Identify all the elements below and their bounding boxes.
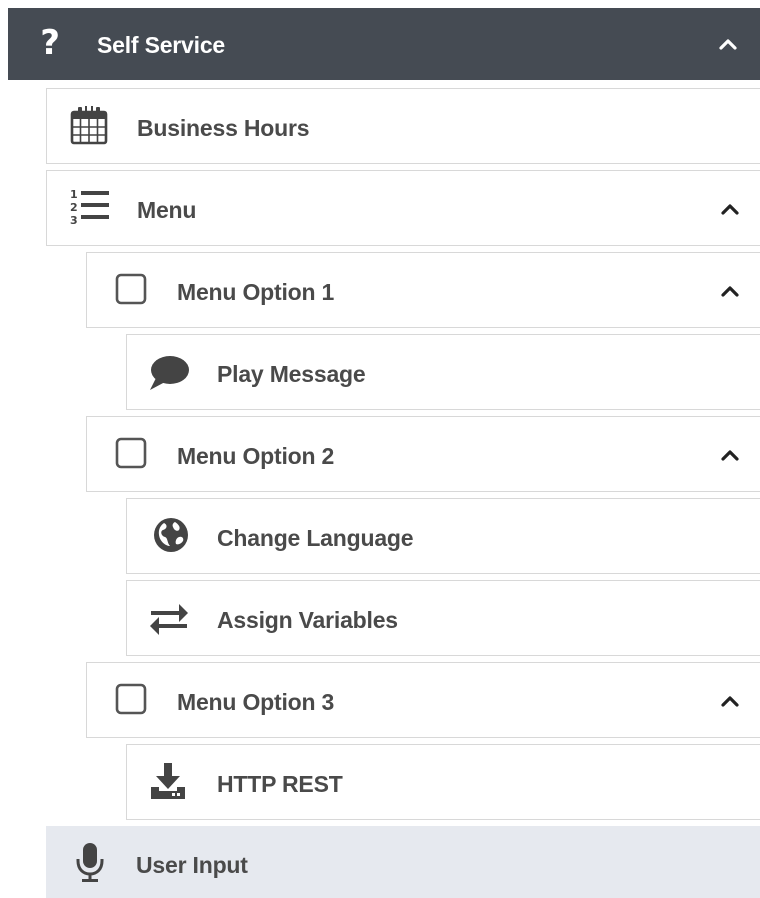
tree-item-label: Change Language <box>217 525 414 551</box>
tree-item-play-message[interactable]: Play Message <box>126 334 760 410</box>
tree-item-menu[interactable]: 1 2 3 Menu <box>46 170 760 246</box>
tree-item-label: Assign Variables <box>217 607 398 633</box>
svg-text:?: ? <box>40 25 60 59</box>
tree-item-label: Menu Option 2 <box>177 443 335 469</box>
self-service-header[interactable]: ? Self Service <box>8 8 760 80</box>
chevron-up-icon[interactable] <box>718 689 742 713</box>
tree-item-menu-option-2[interactable]: Menu Option 2 <box>86 416 760 492</box>
tree-item-label: HTTP REST <box>217 771 343 797</box>
numbered-list-icon: 1 2 3 <box>67 185 111 229</box>
tree-item-label: Menu Option 3 <box>177 689 335 715</box>
tree-item-user-input[interactable]: User Input <box>46 826 760 898</box>
tree-item-assign-variables[interactable]: Assign Variables <box>126 580 760 656</box>
tree-item-menu-option-3[interactable]: Menu Option 3 <box>86 662 760 738</box>
question-mark-icon: ? <box>34 20 66 64</box>
swap-arrows-icon <box>147 597 191 641</box>
tree-item-change-language[interactable]: Change Language <box>126 498 760 574</box>
checkbox-icon[interactable] <box>109 267 153 311</box>
globe-icon <box>149 513 193 557</box>
microphone-icon <box>68 840 112 884</box>
chevron-up-icon[interactable] <box>718 443 742 467</box>
header-title: Self Service <box>97 32 226 58</box>
speech-bubble-icon <box>147 351 191 395</box>
download-tray-icon <box>147 759 191 803</box>
tree-item-label: Menu <box>137 197 197 223</box>
tree-item-http-rest[interactable]: HTTP REST <box>126 744 760 820</box>
tree-item-label: Business Hours <box>137 115 310 141</box>
tree-item-menu-option-1[interactable]: Menu Option 1 <box>86 252 760 328</box>
svg-text:2: 2 <box>70 201 77 214</box>
tree-item-business-hours[interactable]: Business Hours <box>46 88 760 164</box>
checkbox-icon[interactable] <box>109 677 153 721</box>
calendar-icon <box>67 103 111 147</box>
tree-item-label: Play Message <box>217 361 366 387</box>
svg-text:1: 1 <box>70 188 77 201</box>
chevron-up-icon[interactable] <box>716 32 740 56</box>
svg-text:3: 3 <box>70 214 77 227</box>
tree-item-label: Menu Option 1 <box>177 279 335 305</box>
chevron-up-icon[interactable] <box>718 279 742 303</box>
chevron-up-icon[interactable] <box>718 197 742 221</box>
tree-item-label: User Input <box>136 852 248 878</box>
checkbox-icon[interactable] <box>109 431 153 475</box>
